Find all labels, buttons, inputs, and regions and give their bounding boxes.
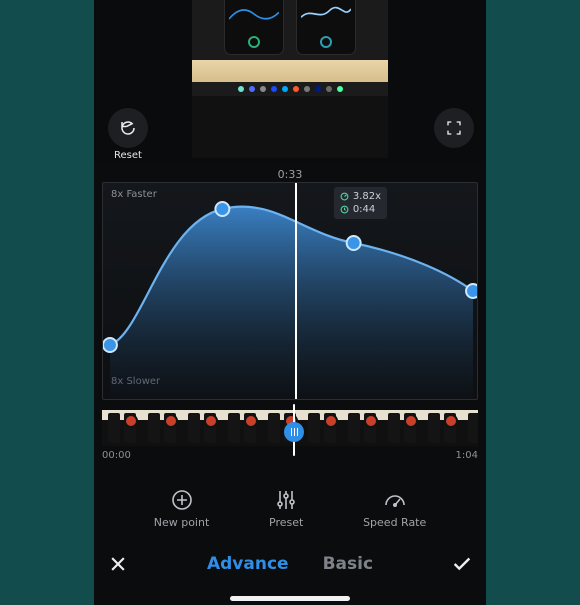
timeline-frame xyxy=(422,410,462,446)
tool-row: New point Preset Speed Rate xyxy=(94,480,486,536)
curve-point-4[interactable] xyxy=(466,284,477,298)
speed-curve[interactable] xyxy=(103,183,477,399)
curve-point-3[interactable] xyxy=(347,236,361,250)
sliders-icon xyxy=(274,488,298,512)
speed-curve-panel[interactable]: 8x Faster 8x Slower 3.82x 0:44 xyxy=(102,182,478,400)
tab-basic[interactable]: Basic xyxy=(323,554,373,574)
timeline-start: 00:00 xyxy=(102,450,131,461)
speedometer-icon xyxy=(383,488,407,512)
timeline-frame xyxy=(182,410,222,446)
timeline-frame xyxy=(382,410,422,446)
curve-point-1[interactable] xyxy=(103,338,117,352)
speed-rate-button[interactable]: Speed Rate xyxy=(363,488,426,529)
video-speed-editor: Reset 0:33 8x Faster 8x Slower 3.82x 0:4… xyxy=(94,0,486,605)
mode-tabs: Advance Basic xyxy=(94,544,486,584)
reset-button[interactable]: Reset xyxy=(106,108,150,161)
preset-button[interactable]: Preset xyxy=(269,488,303,529)
check-icon xyxy=(451,553,473,575)
cancel-button[interactable] xyxy=(94,554,142,574)
timeline-frame xyxy=(302,410,342,446)
curve-point-2[interactable] xyxy=(215,202,229,216)
video-preview[interactable] xyxy=(94,0,486,162)
timeline-frame xyxy=(342,410,382,446)
timeline-end: 1:04 xyxy=(456,450,478,461)
new-point-button[interactable]: New point xyxy=(154,488,210,529)
plus-circle-icon xyxy=(170,488,194,512)
preset-label: Preset xyxy=(269,516,303,529)
timeline-playhead[interactable] xyxy=(292,404,296,456)
reset-label: Reset xyxy=(106,150,150,161)
timeline-frame xyxy=(142,410,182,446)
timeline-range: 00:00 1:04 xyxy=(102,450,478,461)
playhead-knob-icon xyxy=(284,422,304,442)
timeline-frame xyxy=(222,410,262,446)
video-frame xyxy=(192,0,388,158)
confirm-button[interactable] xyxy=(438,553,486,575)
close-icon xyxy=(108,554,128,574)
fullscreen-button[interactable] xyxy=(434,108,474,148)
curve-playhead[interactable] xyxy=(295,183,297,399)
playhead-time: 0:33 xyxy=(94,168,486,181)
home-indicator[interactable] xyxy=(230,596,350,601)
new-point-label: New point xyxy=(154,516,210,529)
reset-icon xyxy=(108,108,148,148)
speed-rate-label: Speed Rate xyxy=(363,516,426,529)
fullscreen-icon xyxy=(446,120,462,136)
timeline-frame xyxy=(462,410,478,446)
timeline-frame xyxy=(102,410,142,446)
tab-advance[interactable]: Advance xyxy=(207,554,289,574)
